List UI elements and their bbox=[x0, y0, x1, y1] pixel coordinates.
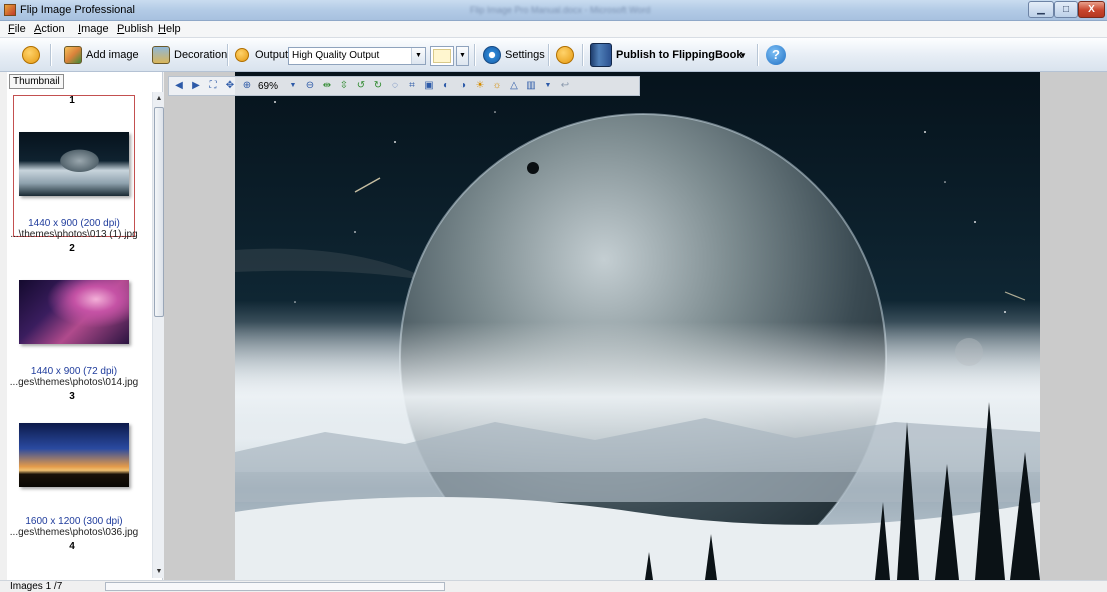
menu-file[interactable]: File bbox=[8, 23, 26, 35]
toolbar-separator bbox=[757, 44, 758, 66]
thumbnail-image[interactable] bbox=[19, 132, 129, 196]
maximize-button[interactable]: □ bbox=[1054, 1, 1078, 18]
resize-icon[interactable]: ▣ bbox=[423, 80, 435, 92]
toolbar-separator bbox=[548, 44, 549, 66]
add-image-icon bbox=[64, 46, 82, 64]
color-swatch bbox=[433, 49, 451, 63]
menu-action[interactable]: Action bbox=[34, 23, 65, 35]
status-bar: Images 1 /7 bbox=[0, 580, 1107, 592]
thumbnail-list: 1 1440 x 900 (200 dpi) ...\themes\photos… bbox=[7, 92, 152, 578]
output-label: Output: bbox=[255, 49, 292, 61]
main-toolbar: Add image Decoration Output: High Qualit… bbox=[0, 38, 1107, 72]
add-image-button[interactable]: Add image bbox=[64, 44, 139, 66]
rotate-right-icon[interactable]: ↻ bbox=[372, 80, 384, 92]
menu-publish[interactable]: Publish bbox=[117, 23, 153, 35]
book-icon bbox=[590, 43, 612, 67]
image-count: Images 1 /7 bbox=[10, 581, 63, 592]
publish-label: Publish to FlippingBook bbox=[616, 49, 743, 61]
close-button[interactable]: X bbox=[1078, 1, 1105, 18]
help-hint-button-1[interactable] bbox=[22, 44, 44, 66]
toolbar-separator bbox=[474, 44, 475, 66]
rotate-free-icon[interactable]: ◌ bbox=[389, 80, 401, 92]
thumbnail-path: ...ges\themes\photos\036.jpg bbox=[9, 527, 139, 538]
thumbnail-number: 4 bbox=[69, 541, 75, 552]
menu-image[interactable]: Image bbox=[78, 23, 109, 35]
help-icon: ? bbox=[766, 45, 786, 65]
brightness-up-icon[interactable]: ☀ bbox=[474, 80, 486, 92]
next-icon[interactable]: ▶ bbox=[190, 80, 202, 92]
app-icon bbox=[4, 4, 16, 16]
viewer-toolbar: ◀ ▶ ⛶ ✥ ⊕ 69% ▼ ⊖ ⇹ ⇳ ↺ ↻ ◌ ⌗ ▣ ◐ ◑ ☀ ☼ … bbox=[168, 76, 640, 96]
fit-window-icon[interactable]: ⛶ bbox=[207, 80, 219, 92]
brightness-down-icon[interactable]: ☼ bbox=[491, 80, 503, 92]
contrast-up-icon[interactable]: ◑ bbox=[457, 80, 469, 92]
zoom-out-icon[interactable]: ⊖ bbox=[304, 80, 316, 92]
title-bar: Flip Image Professional Flip Image Pro M… bbox=[0, 0, 1107, 21]
add-image-label: Add image bbox=[86, 49, 139, 61]
publish-dropdown-arrow[interactable]: ▼ bbox=[739, 44, 747, 66]
main-image[interactable] bbox=[235, 72, 1040, 580]
thumbnail-size: 1440 x 900 (72 dpi) bbox=[30, 366, 118, 377]
window-title: Flip Image Professional bbox=[20, 4, 135, 16]
chevron-down-icon[interactable]: ▼ bbox=[456, 46, 469, 66]
output-select-value: High Quality Output bbox=[292, 50, 380, 61]
sharpen-icon[interactable]: △ bbox=[508, 80, 520, 92]
settings-label: Settings bbox=[505, 49, 545, 61]
help-hint-button-3[interactable] bbox=[556, 44, 578, 66]
thumbnail-path: ...ges\themes\photos\014.jpg bbox=[9, 377, 139, 388]
image-viewer: ◀ ▶ ⛶ ✥ ⊕ 69% ▼ ⊖ ⇹ ⇳ ↺ ↻ ◌ ⌗ ▣ ◐ ◑ ☀ ☼ … bbox=[164, 72, 1107, 580]
status-progress-bar bbox=[105, 582, 445, 591]
menu-bar: File Action Image Publish Help bbox=[0, 21, 1107, 38]
chevron-down-icon[interactable]: ▼ bbox=[542, 80, 554, 92]
output-select[interactable]: High Quality Output ▼ bbox=[288, 47, 426, 65]
planet-landscape-image bbox=[235, 72, 1040, 580]
previous-icon[interactable]: ◀ bbox=[173, 80, 185, 92]
settings-button[interactable]: Settings bbox=[483, 44, 545, 66]
decoration-icon bbox=[152, 46, 170, 64]
toolbar-separator bbox=[227, 44, 228, 66]
chevron-down-icon[interactable]: ▼ bbox=[287, 80, 299, 92]
background-color-picker[interactable] bbox=[430, 46, 454, 66]
gear-icon bbox=[483, 46, 501, 64]
scrollbar-thumb[interactable] bbox=[154, 107, 164, 317]
decoration-label: Decoration bbox=[174, 49, 228, 61]
help-bulb-icon bbox=[22, 46, 40, 64]
actual-size-icon[interactable]: ✥ bbox=[224, 80, 236, 92]
zoom-level[interactable]: 69% bbox=[258, 81, 282, 92]
help-hint-button-2[interactable] bbox=[235, 44, 253, 66]
zoom-in-icon[interactable]: ⊕ bbox=[241, 80, 253, 92]
help-bulb-icon bbox=[556, 46, 574, 64]
menu-help[interactable]: Help bbox=[158, 23, 181, 35]
chevron-down-icon[interactable]: ▼ bbox=[411, 48, 425, 64]
thumbnail-size: 1440 x 900 (200 dpi) bbox=[28, 218, 120, 229]
help-button[interactable]: ? bbox=[766, 44, 790, 66]
thumbnail-image[interactable] bbox=[19, 423, 129, 487]
layout-icon[interactable]: ▥ bbox=[525, 80, 537, 92]
help-bulb-icon bbox=[235, 48, 249, 62]
flip-horizontal-icon[interactable]: ⇹ bbox=[321, 80, 333, 92]
decoration-button[interactable]: Decoration bbox=[152, 44, 227, 66]
tab-thumbnail[interactable]: Thumbnail bbox=[9, 74, 64, 89]
thumbnail-image[interactable] bbox=[19, 280, 129, 344]
thumbnail-number: 3 bbox=[69, 391, 75, 402]
flip-vertical-icon[interactable]: ⇳ bbox=[338, 80, 350, 92]
crop-icon[interactable]: ⌗ bbox=[406, 80, 418, 92]
minimize-button[interactable]: ▁ bbox=[1028, 1, 1054, 18]
thumbnail-panel: Thumbnail 1 1440 x 900 (200 dpi) ...\the… bbox=[7, 72, 165, 580]
rotate-left-icon[interactable]: ↺ bbox=[355, 80, 367, 92]
toolbar-separator bbox=[50, 44, 51, 66]
thumbnail-path: ...\themes\photos\013 (1).jpg bbox=[10, 229, 138, 240]
contrast-down-icon[interactable]: ◐ bbox=[440, 80, 452, 92]
publish-button[interactable]: Publish to FlippingBook bbox=[590, 43, 743, 67]
reset-icon[interactable]: ↩ bbox=[559, 80, 571, 92]
toolbar-separator bbox=[582, 44, 583, 66]
thumbnail-size: 1600 x 1200 (300 dpi) bbox=[25, 516, 123, 527]
background-window-caption: Flip Image Pro Manual.docx - Microsoft W… bbox=[470, 5, 651, 15]
thumbnail-number: 2 bbox=[69, 243, 75, 254]
